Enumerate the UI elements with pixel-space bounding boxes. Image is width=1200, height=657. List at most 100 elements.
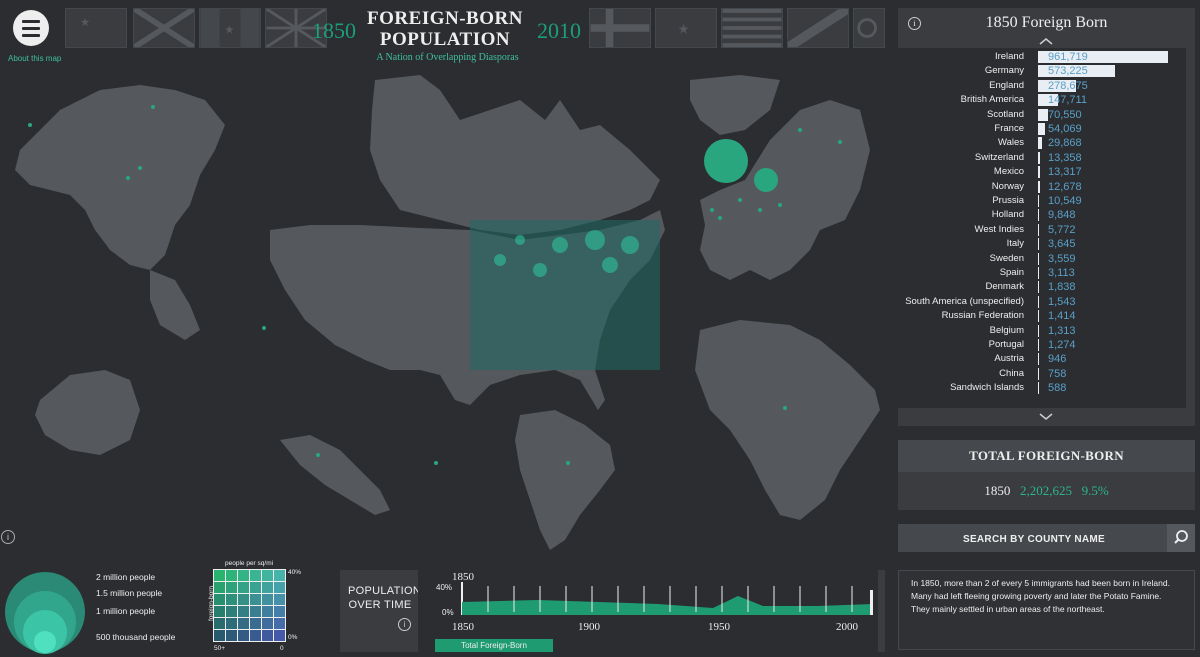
- size-legend: 2 million people 1.5 million people 1 mi…: [0, 562, 200, 656]
- country-row[interactable]: England 278,675: [898, 79, 1186, 93]
- country-value: 3,113: [1048, 267, 1075, 279]
- density-cell: [261, 629, 274, 642]
- density-cell: [225, 629, 238, 642]
- country-value: 278,675: [1048, 79, 1088, 92]
- country-row[interactable]: Scotland 70,550: [898, 108, 1186, 122]
- density-cell: [249, 581, 262, 594]
- australia-landmass: [35, 370, 140, 455]
- south-america-landmass: [515, 410, 615, 550]
- flag-turkey-icon[interactable]: [853, 8, 885, 48]
- year-start[interactable]: 1850: [312, 18, 356, 44]
- about-link[interactable]: About this map: [8, 54, 61, 63]
- country-bar: [1038, 108, 1048, 121]
- flag-star-icon[interactable]: ★: [655, 8, 717, 48]
- flag-scotland-icon[interactable]: [133, 8, 195, 48]
- hamburger-icon: [22, 19, 40, 23]
- country-value: 13,358: [1048, 151, 1082, 164]
- chevron-up-icon[interactable]: [1038, 36, 1054, 46]
- chevron-down-icon[interactable]: [1038, 412, 1054, 422]
- flag-finland-icon[interactable]: [589, 8, 651, 48]
- search-input[interactable]: [898, 524, 1170, 554]
- country-bar: [1038, 238, 1039, 251]
- country-row[interactable]: Prussia 10,549: [898, 194, 1186, 208]
- country-value: 9,848: [1048, 209, 1076, 222]
- country-row[interactable]: West Indies 5,772: [898, 223, 1186, 237]
- legend-1-5m: 1.5 million people: [96, 588, 163, 598]
- scrollbar[interactable]: [1187, 48, 1194, 408]
- country-row[interactable]: Wales 29,868: [898, 136, 1186, 150]
- year-end[interactable]: 2010: [537, 18, 581, 44]
- flag-senegal-icon[interactable]: ★: [199, 8, 261, 48]
- density-cell: [261, 617, 274, 630]
- country-row[interactable]: Italy 3,645: [898, 237, 1186, 251]
- density-cell: [213, 605, 226, 618]
- country-bar: [1038, 367, 1039, 380]
- country-row[interactable]: Holland 9,848: [898, 208, 1186, 222]
- country-row[interactable]: Austria 946: [898, 352, 1186, 366]
- page-subtitle: A Nation of Overlapping Diasporas: [376, 52, 519, 63]
- world-map[interactable]: [0, 70, 890, 560]
- mexico-landmass: [280, 435, 390, 515]
- country-row[interactable]: British America 147,711: [898, 93, 1186, 107]
- total-foreign-born-button[interactable]: Total Foreign-Born: [435, 639, 553, 652]
- timeline-info-icon[interactable]: i: [398, 618, 411, 631]
- density-cell: [225, 605, 238, 618]
- country-name: France: [994, 123, 1024, 134]
- bubble-ireland: [704, 139, 748, 183]
- country-name: Austria: [994, 353, 1024, 365]
- country-row[interactable]: Norway 12,678: [898, 180, 1186, 194]
- timeline: POPULATION OVER TIME i 1850 40% 0% 1850 1…: [340, 570, 885, 652]
- country-list[interactable]: Ireland 961,719 Germany 573,225 England 278,6…: [898, 48, 1186, 408]
- flag-china-icon[interactable]: ★: [65, 8, 127, 48]
- country-value: 12,678: [1048, 180, 1082, 193]
- density-cell: [249, 593, 262, 606]
- svg-text:0%: 0%: [442, 608, 454, 617]
- country-row[interactable]: Portugal 1,274: [898, 338, 1186, 352]
- country-row[interactable]: Spain 3,113: [898, 266, 1186, 280]
- country-value: 147,711: [1048, 94, 1087, 107]
- map-info-icon[interactable]: i: [1, 530, 15, 544]
- country-row[interactable]: South America (unspecified) 1,543: [898, 295, 1186, 309]
- svg-text:2000: 2000: [836, 621, 859, 633]
- country-row[interactable]: Denmark 1,838: [898, 280, 1186, 294]
- country-value: 946: [1048, 353, 1067, 366]
- svg-text:1950: 1950: [708, 621, 731, 633]
- country-row[interactable]: Sandwich Islands 588: [898, 381, 1186, 395]
- country-value: 961,719: [1048, 51, 1088, 63]
- search-button[interactable]: [1167, 524, 1195, 552]
- country-value: 1,838: [1048, 281, 1076, 294]
- country-value: 70,550: [1048, 108, 1082, 121]
- country-row[interactable]: Switzerland 13,358: [898, 151, 1186, 165]
- timeline-title: POPULATION OVER TIME: [348, 585, 422, 611]
- country-value: 1,543: [1048, 295, 1076, 308]
- country-name: West Indies: [974, 223, 1024, 235]
- southeast-asia-landmass: [150, 270, 200, 340]
- menu-button[interactable]: [13, 10, 49, 46]
- country-row[interactable]: Germany 573,225: [898, 64, 1186, 78]
- density-cell: [213, 581, 226, 594]
- country-bar: [1038, 310, 1039, 323]
- flag-tanzania-icon[interactable]: [787, 8, 849, 48]
- info-icon[interactable]: i: [908, 17, 921, 30]
- country-row[interactable]: China 758: [898, 367, 1186, 381]
- country-row[interactable]: Ireland 961,719: [898, 50, 1186, 64]
- country-row[interactable]: Russian Federation 1,414: [898, 309, 1186, 323]
- flag-greece-icon[interactable]: [721, 8, 783, 48]
- country-bar: [1038, 339, 1039, 351]
- legend-2m: 2 million people: [96, 572, 156, 582]
- country-row[interactable]: Sweden 3,559: [898, 252, 1186, 266]
- country-bar: [1038, 137, 1043, 150]
- country-name: Norway: [991, 180, 1024, 192]
- country-row[interactable]: France 54,069: [898, 122, 1186, 136]
- density-cell: [237, 569, 250, 582]
- country-row[interactable]: Belgium 1,313: [898, 324, 1186, 338]
- country-name: South America (unspecified): [905, 295, 1024, 307]
- total-title: TOTAL FOREIGN-BORN: [898, 440, 1195, 472]
- legend-1m: 1 million people: [96, 606, 156, 616]
- bubble-germany: [754, 168, 778, 192]
- density-cell: [213, 569, 226, 582]
- density-cell: [213, 617, 226, 630]
- country-row[interactable]: Mexico 13,317: [898, 165, 1186, 179]
- density-legend: people per sq/mi foreign-born 40% 0% 50+…: [208, 560, 302, 652]
- country-name: Scotland: [987, 108, 1024, 120]
